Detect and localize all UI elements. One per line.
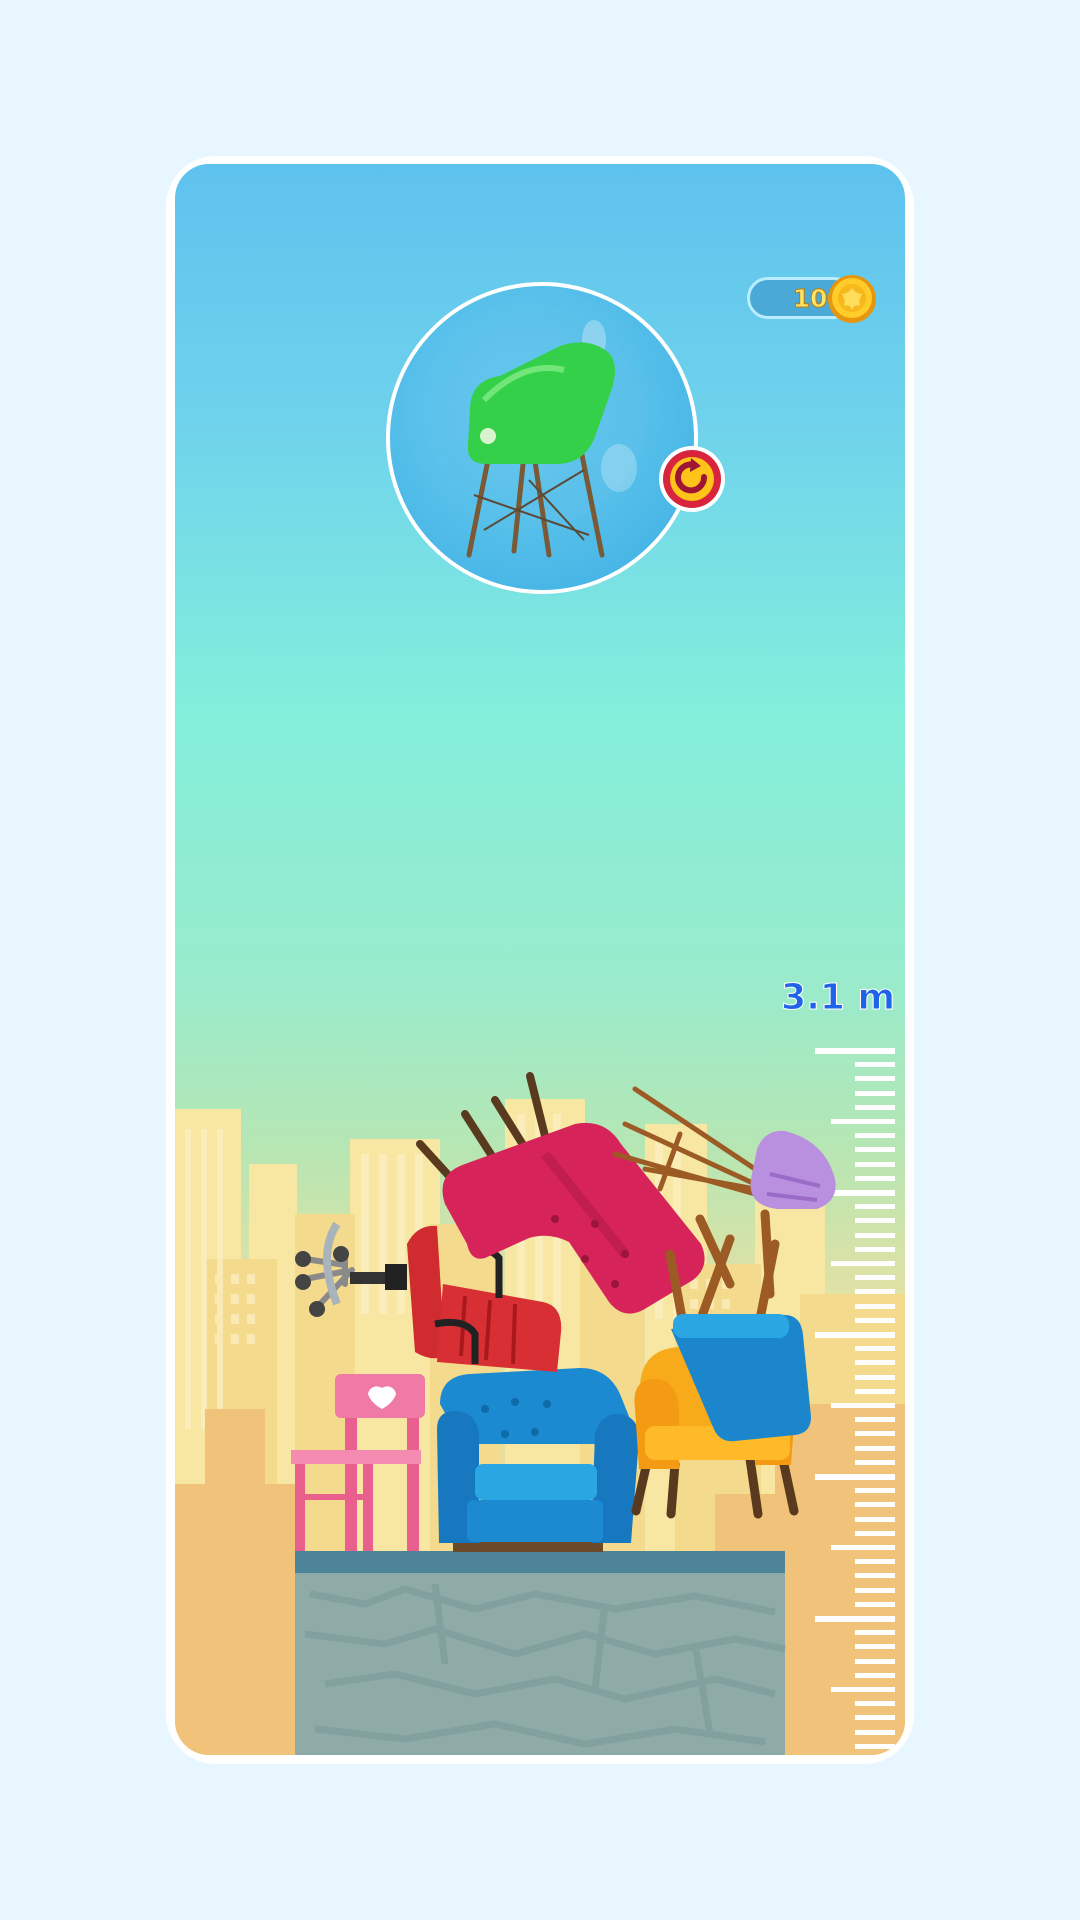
next-piece-bubble (386, 282, 698, 594)
coin-icon (828, 275, 876, 323)
game-screen[interactable]: 10 3.1 m (175, 164, 905, 1755)
blue-armchair (437, 1368, 639, 1552)
pink-wooden-chair (291, 1374, 425, 1551)
red-office-chair (295, 1221, 562, 1372)
height-label: 3.1 m (781, 977, 896, 1019)
rotate-button[interactable] (657, 444, 727, 514)
pink-upholstered-chair (416, 1072, 705, 1314)
